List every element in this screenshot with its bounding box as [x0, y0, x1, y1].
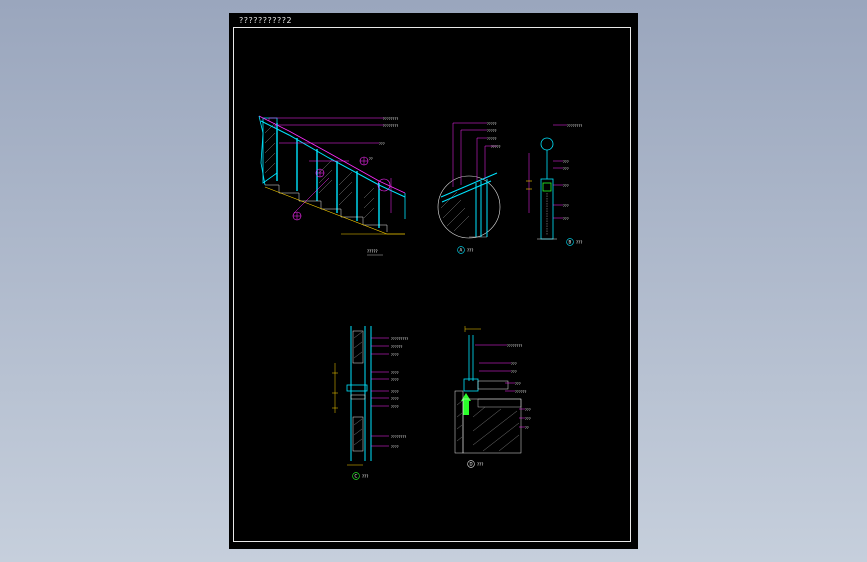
callout-label: ??? [563, 217, 569, 221]
detail-b: ???????? ??? ??? ??? ??? ??? B ??? [526, 124, 582, 246]
callout-label: ????? [491, 145, 501, 149]
callout-label: ?? [525, 426, 529, 430]
detail-b-caption: ??? [576, 240, 582, 245]
callout-label: ??? [525, 408, 531, 412]
callout-label: ????? [487, 137, 497, 141]
callout-label: ??? [563, 167, 569, 171]
callout-label: ??? [515, 382, 521, 386]
callout-label: ????? [487, 129, 497, 133]
callout-label: ???????? [391, 435, 406, 439]
callout-label: ??? [511, 370, 517, 374]
callout-label: ?????? [515, 390, 527, 394]
callout-label: ???? [391, 353, 399, 357]
callout-label: ???????? [383, 124, 398, 128]
callout-label: ???????? [507, 344, 522, 348]
callout-label: ?? [369, 157, 373, 161]
detail-mark: D [470, 462, 473, 467]
callout-label: ???? [391, 405, 399, 409]
callout-label: ???? [391, 445, 399, 449]
stair-elevation: ???????? ???????? ??? ?? ????? [258, 115, 406, 256]
elevation-caption: ????? [367, 249, 378, 254]
callout-label: ??? [525, 417, 531, 421]
callout-label: ??? [511, 362, 517, 366]
callout-label: ??? [379, 142, 385, 146]
callout-label: ???? [391, 397, 399, 401]
detail-a: ????? ????? ????? ????? A ??? [437, 122, 501, 254]
drawing-sheet: ??????????2 ???????? ???????? ??? ?? ???… [229, 13, 638, 549]
callout-label: ????? [487, 122, 497, 126]
detail-a-caption: ??? [467, 248, 473, 253]
detail-mark: A [460, 248, 463, 253]
callout-label: ???????? [383, 117, 398, 121]
callout-label: ???? [391, 371, 399, 375]
callout-label: ??? [563, 160, 569, 164]
cad-drawing: ???????? ???????? ??? ?? ????? ????? ???… [258, 115, 582, 480]
callout-label: ???????? [567, 124, 582, 128]
callout-label: ??? [563, 184, 569, 188]
detail-mark: C [355, 474, 358, 479]
callout-label: ??? [563, 204, 569, 208]
detail-mark: B [569, 240, 572, 245]
detail-c: ????????? ?????? ???? ???? ???? ???? ???… [332, 326, 408, 480]
detail-d-caption: ??? [477, 462, 483, 467]
callout-label: ???? [391, 390, 399, 394]
callout-label: ???? [391, 378, 399, 382]
callout-label: ?????? [391, 345, 403, 349]
green-anchor [463, 399, 469, 415]
detail-c-caption: ??? [362, 474, 368, 479]
callout-label: ????????? [391, 337, 408, 341]
detail-d: ???????? ??? ??? ??? ?????? ??? ??? ?? D… [454, 326, 531, 468]
